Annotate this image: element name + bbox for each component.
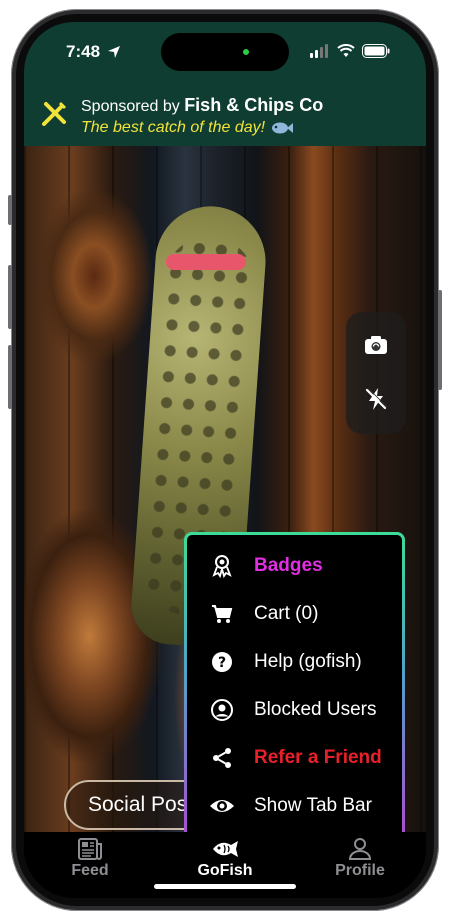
tab-feed-label: Feed <box>71 862 109 879</box>
sponsor-text: Sponsored by Fish & Chips Co <box>81 95 323 116</box>
location-arrow-icon <box>108 46 121 58</box>
wifi-icon <box>337 44 355 57</box>
menu-label-refer-friend: Refer a Friend <box>254 747 382 768</box>
camera-controls-panel <box>346 312 406 434</box>
status-time: 7:48 <box>66 42 122 62</box>
user-circle-icon <box>209 697 235 723</box>
menu-label-help: Help (gofish) <box>254 651 362 672</box>
time-text: 7:48 <box>66 42 101 61</box>
menu-label-blocked-users: Blocked Users <box>254 699 377 720</box>
action-button <box>8 195 12 225</box>
cart-icon <box>209 601 235 627</box>
tagline-text: The best catch of the day! <box>81 119 266 136</box>
camera-viewfinder[interactable]: Social Pos Badges Cart (0) ? Help (gofis… <box>24 146 426 832</box>
status-bar: 7:48 <box>24 22 426 84</box>
fish-icon <box>213 841 238 857</box>
menu-item-blocked-users[interactable]: Blocked Users <box>187 686 402 734</box>
volume-up-button <box>8 265 12 329</box>
fish-emoji-icon <box>272 122 294 134</box>
dynamic-island <box>161 33 289 71</box>
status-icons <box>310 44 390 58</box>
menu-label-badges: Badges <box>254 555 323 576</box>
camera-indicator-dot <box>243 49 249 55</box>
fish-mouth <box>166 254 246 270</box>
screen: 7:48 Sponsored by Fish & Chips Co The be… <box>24 22 426 898</box>
sponsor-tagline: The best catch of the day! <box>81 119 294 137</box>
tab-gofish-label: GoFish <box>197 862 253 879</box>
menu-item-show-tab-bar[interactable]: Show Tab Bar <box>187 782 402 830</box>
home-indicator[interactable] <box>154 884 296 889</box>
eye-icon <box>209 793 235 819</box>
tab-gofish[interactable]: GoFish <box>175 838 275 880</box>
person-icon <box>348 838 372 860</box>
flip-camera-icon[interactable] <box>363 332 389 358</box>
menu-item-cart[interactable]: Cart (0) <box>187 590 402 638</box>
tab-profile-label: Profile <box>335 862 385 879</box>
help-icon: ? <box>209 649 235 675</box>
sponsor-brand: Fish & Chips Co <box>184 95 324 115</box>
tab-feed[interactable]: Feed <box>40 838 140 880</box>
sponsor-prefix: Sponsored by <box>81 98 185 115</box>
menu-item-badges[interactable]: Badges <box>187 542 402 590</box>
flash-off-icon[interactable] <box>363 386 389 412</box>
cellular-signal-icon <box>310 44 328 58</box>
wood-grain-texture <box>34 186 154 366</box>
svg-text:?: ? <box>218 655 226 671</box>
fork-knife-icon <box>42 101 67 126</box>
volume-down-button <box>8 345 12 409</box>
menu-item-help[interactable]: ? Help (gofish) <box>187 638 402 686</box>
newspaper-icon <box>78 838 102 860</box>
social-post-label: Social Pos <box>88 793 188 816</box>
menu-item-refer-friend[interactable]: Refer a Friend <box>187 734 402 782</box>
badge-icon <box>209 553 235 579</box>
options-menu: Badges Cart (0) ? Help (gofish) Blocked … <box>184 532 405 832</box>
share-icon <box>209 745 235 771</box>
sponsor-banner[interactable]: Sponsored by Fish & Chips Co The best ca… <box>24 84 426 146</box>
tab-profile[interactable]: Profile <box>310 838 410 880</box>
menu-label-show-tab-bar: Show Tab Bar <box>254 795 372 816</box>
battery-icon <box>362 44 390 58</box>
power-button <box>438 290 442 390</box>
menu-label-cart: Cart (0) <box>254 603 319 624</box>
